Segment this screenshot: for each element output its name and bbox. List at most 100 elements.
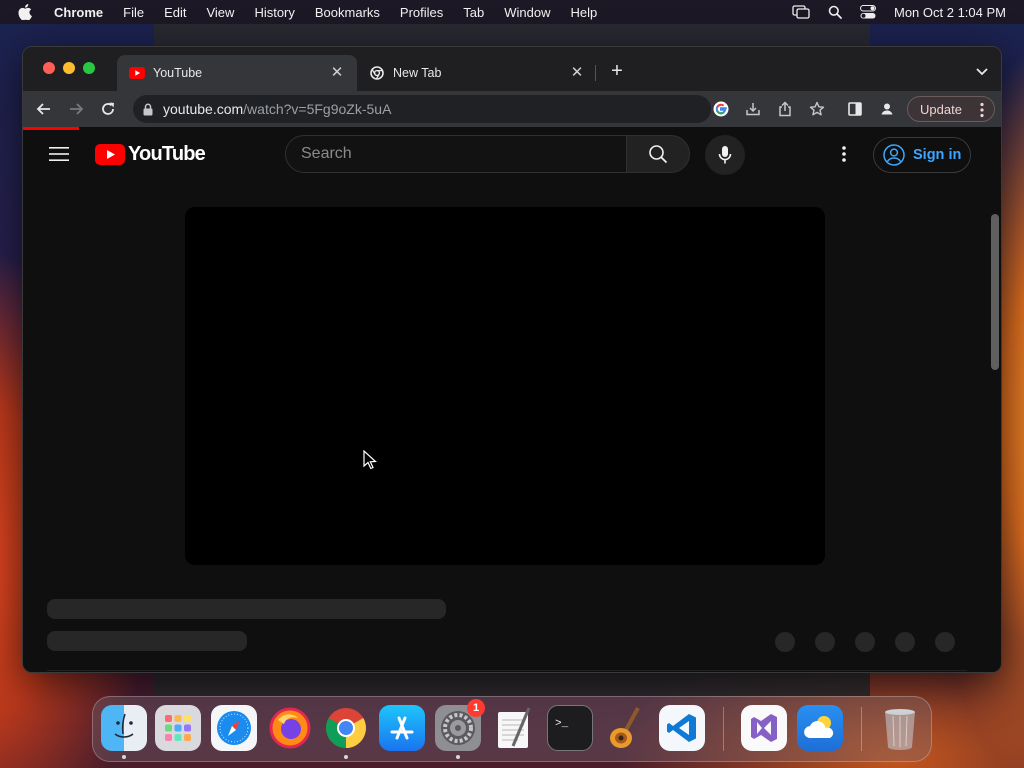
search-button[interactable] xyxy=(626,135,690,173)
reload-icon[interactable] xyxy=(97,98,119,120)
chrome-favicon-icon xyxy=(369,65,385,81)
tab-strip: YouTube ✕ New Tab ✕ + xyxy=(23,47,1001,91)
voice-search-button[interactable] xyxy=(705,135,745,175)
chrome-icon[interactable] xyxy=(323,705,369,759)
loading-channel-placeholder xyxy=(47,631,247,651)
tab-new-tab[interactable]: New Tab ✕ xyxy=(357,55,597,91)
terminal-icon[interactable]: >_ xyxy=(547,705,593,751)
trash-icon[interactable] xyxy=(877,705,923,751)
control-center-icon[interactable] xyxy=(860,5,876,19)
update-button[interactable]: Update xyxy=(907,96,995,122)
address-bar[interactable]: youtube.com/watch?v=5Fg9oZk-5uA xyxy=(133,95,711,123)
background-window xyxy=(154,24,870,48)
firefox-icon[interactable] xyxy=(267,705,313,751)
loading-action-placeholder xyxy=(935,632,955,652)
youtube-favicon-icon xyxy=(129,65,145,81)
apple-menu-icon[interactable] xyxy=(18,4,34,20)
menu-tab[interactable]: Tab xyxy=(463,5,484,20)
mouse-pointer-icon xyxy=(363,450,377,470)
new-tab-button[interactable]: + xyxy=(607,61,627,81)
browser-toolbar: youtube.com/watch?v=5Fg9oZk-5uA Update xyxy=(23,91,1001,127)
finder-icon[interactable] xyxy=(101,705,147,759)
tab-title: YouTube xyxy=(153,66,203,80)
chrome-window: YouTube ✕ New Tab ✕ + youtube.com /watch… xyxy=(22,46,1002,673)
search-input[interactable]: Search xyxy=(285,135,627,173)
close-window-button[interactable] xyxy=(43,62,55,74)
menu-window[interactable]: Window xyxy=(504,5,550,20)
svg-text:>_: >_ xyxy=(555,718,569,730)
divider xyxy=(47,670,967,671)
url-path: /watch?v=5Fg9oZk-5uA xyxy=(243,101,392,117)
omnibox-actions xyxy=(711,99,827,119)
screen-mirroring-icon[interactable] xyxy=(792,5,810,19)
youtube-logo[interactable]: YouTube xyxy=(95,143,206,166)
search-icon xyxy=(649,145,668,164)
loading-action-placeholder xyxy=(775,632,795,652)
url-host: youtube.com xyxy=(163,101,244,117)
tab-title: New Tab xyxy=(393,66,442,80)
forward-arrow-icon[interactable] xyxy=(65,98,87,120)
youtube-wordmark: YouTube xyxy=(128,143,206,165)
vscode-icon[interactable] xyxy=(659,705,705,751)
close-tab-icon[interactable]: ✕ xyxy=(329,65,345,81)
window-controls xyxy=(43,62,95,74)
running-indicator xyxy=(122,755,126,759)
video-player[interactable] xyxy=(185,207,825,565)
menu-bar: Chrome File Edit View History Bookmarks … xyxy=(0,0,1024,24)
running-indicator xyxy=(344,755,348,759)
menu-file[interactable]: File xyxy=(123,5,144,20)
tab-youtube[interactable]: YouTube ✕ xyxy=(117,55,357,91)
weather-icon[interactable] xyxy=(797,705,843,751)
dock-separator xyxy=(723,707,724,751)
share-icon[interactable] xyxy=(775,99,795,119)
youtube-page: YouTube Search Sign in xyxy=(23,130,1001,672)
dock: 1 >_ xyxy=(92,696,932,762)
back-arrow-icon[interactable] xyxy=(33,98,55,120)
notification-badge: 1 xyxy=(467,699,485,717)
account-circle-icon xyxy=(883,144,905,166)
google-lens-icon[interactable] xyxy=(711,99,731,119)
tab-separator xyxy=(595,65,596,81)
close-tab-icon[interactable]: ✕ xyxy=(569,65,585,81)
side-panel-icon[interactable] xyxy=(845,99,865,119)
page-scrollbar[interactable] xyxy=(991,214,999,370)
toolbar-right xyxy=(845,99,897,119)
spotlight-search-icon[interactable] xyxy=(828,5,842,19)
loading-action-placeholder xyxy=(895,632,915,652)
loading-action-placeholder xyxy=(855,632,875,652)
garageband-icon[interactable] xyxy=(603,705,649,751)
textedit-icon[interactable] xyxy=(491,705,537,751)
menu-profiles[interactable]: Profiles xyxy=(400,5,443,20)
youtube-play-logo-icon xyxy=(95,144,125,165)
settings-more-icon[interactable] xyxy=(835,144,853,164)
loading-title-placeholder xyxy=(47,599,446,619)
profile-icon[interactable] xyxy=(877,99,897,119)
sign-in-label: Sign in xyxy=(913,147,962,163)
update-button-label: Update xyxy=(920,101,962,117)
app-store-icon[interactable] xyxy=(379,705,425,751)
menu-history[interactable]: History xyxy=(254,5,294,20)
visual-studio-icon[interactable] xyxy=(741,705,787,751)
menu-edit[interactable]: Edit xyxy=(164,5,186,20)
menu-view[interactable]: View xyxy=(206,5,234,20)
microphone-icon xyxy=(718,146,732,164)
maximize-window-button[interactable] xyxy=(83,62,95,74)
dock-separator xyxy=(861,707,862,751)
bookmark-star-icon[interactable] xyxy=(807,99,827,119)
menu-clock[interactable]: Mon Oct 2 1:04 PM xyxy=(894,5,1006,20)
menu-help[interactable]: Help xyxy=(571,5,598,20)
menu-bookmarks[interactable]: Bookmarks xyxy=(315,5,380,20)
minimize-window-button[interactable] xyxy=(63,62,75,74)
chrome-menu-icon[interactable] xyxy=(980,102,984,121)
tab-search-icon[interactable] xyxy=(975,64,989,76)
running-indicator xyxy=(456,755,460,759)
lock-icon[interactable] xyxy=(143,103,153,116)
system-settings-icon[interactable]: 1 xyxy=(435,699,485,759)
sign-in-button[interactable]: Sign in xyxy=(873,137,971,173)
background-window-bottom xyxy=(154,672,870,696)
launchpad-icon[interactable] xyxy=(155,705,201,751)
install-app-icon[interactable] xyxy=(743,99,763,119)
safari-icon[interactable] xyxy=(211,705,257,751)
hamburger-menu-icon[interactable] xyxy=(49,146,69,162)
menu-app-name[interactable]: Chrome xyxy=(54,5,103,20)
